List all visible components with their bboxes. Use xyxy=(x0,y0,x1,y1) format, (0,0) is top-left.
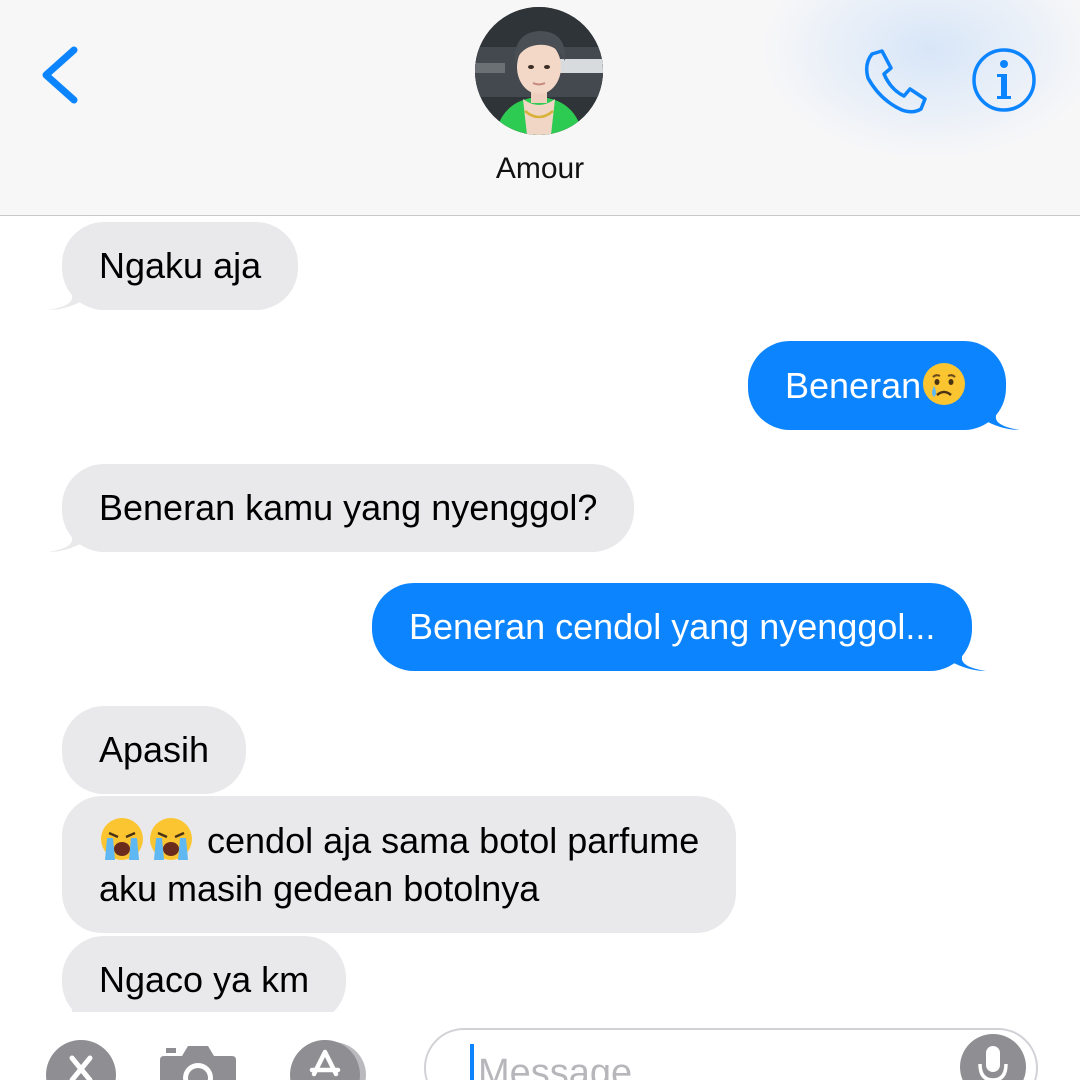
loudly-crying-face-emoji xyxy=(150,818,192,860)
info-button[interactable] xyxy=(970,46,1038,114)
message-line: aku masih gedean botolnya xyxy=(99,868,540,909)
camera-button[interactable] xyxy=(158,1042,238,1080)
message-text: Beneran kamu yang nyenggol? xyxy=(99,487,598,528)
crying-face-emoji xyxy=(923,363,966,405)
phone-icon xyxy=(864,49,927,114)
message-text: Ngaco ya km xyxy=(99,959,310,1000)
app-store-icon xyxy=(309,1049,341,1077)
bubble-tail xyxy=(48,524,84,552)
back-button[interactable] xyxy=(36,40,86,110)
call-button[interactable] xyxy=(858,44,930,116)
camera-icon xyxy=(160,1046,236,1080)
conversation-header: Amour xyxy=(0,0,1080,216)
composer-bar: Message xyxy=(0,1012,1080,1080)
message-placeholder: Message xyxy=(478,1052,633,1080)
chevron-left-icon xyxy=(42,46,78,104)
loudly-crying-face-emoji xyxy=(101,818,143,860)
close-button[interactable] xyxy=(46,1040,116,1080)
message-text: Beneran cendol yang nyenggol... xyxy=(409,606,936,647)
contact-name[interactable]: Amour xyxy=(0,152,1080,186)
avatar-photo xyxy=(475,7,603,135)
message-bubble-incoming[interactable]: cendol aja sama botol parfume aku masih … xyxy=(62,796,737,933)
message-bubble-outgoing[interactable]: Beneran xyxy=(748,341,1021,430)
microphone-button[interactable] xyxy=(960,1034,1026,1080)
message-text: Ngaku aja xyxy=(99,245,262,286)
message-bubble-outgoing[interactable]: Beneran cendol yang nyenggol... xyxy=(372,583,987,671)
microphone-icon xyxy=(978,1046,1008,1080)
message-line: cendol aja sama botol parfume xyxy=(99,816,699,865)
app-store-button[interactable] xyxy=(290,1040,360,1080)
close-icon xyxy=(69,1055,93,1080)
message-thread[interactable]: Ngaku aja Beneran Beneran kamu yang nyen… xyxy=(0,217,1080,1012)
message-text: Beneran xyxy=(785,365,922,406)
info-icon xyxy=(972,48,1036,112)
message-bubble-incoming[interactable]: Ngaco ya km xyxy=(62,936,347,1012)
bubble-tail xyxy=(984,402,1021,430)
contact-avatar[interactable] xyxy=(475,7,603,135)
message-bubble-incoming[interactable]: Beneran kamu yang nyenggol? xyxy=(48,464,635,552)
bubble-tail xyxy=(48,282,84,310)
message-input[interactable]: Message xyxy=(424,1028,1038,1080)
bubble-tail xyxy=(950,643,987,671)
text-caret xyxy=(470,1044,474,1080)
bubble-tail xyxy=(72,996,84,1012)
message-text: cendol aja sama botol parfume xyxy=(207,820,700,861)
message-bubble-incoming[interactable]: Apasih xyxy=(62,706,247,794)
message-text: Apasih xyxy=(99,729,210,770)
message-bubble-incoming[interactable]: Ngaku aja xyxy=(48,222,299,310)
